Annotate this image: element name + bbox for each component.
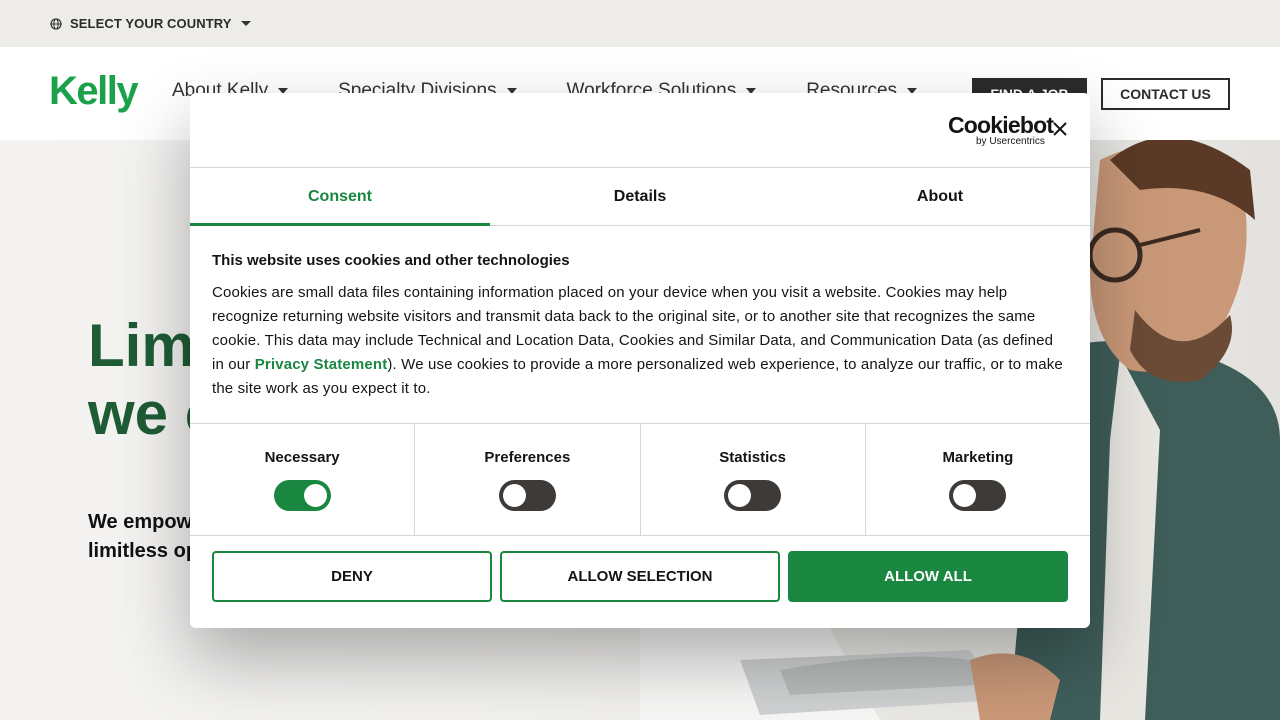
cookiebot-logo: Cookiebot by Usercentrics: [948, 112, 1054, 147]
dialog-tabs: Consent Details About: [190, 168, 1090, 226]
country-selector-label: SELECT YOUR COUNTRY: [70, 16, 232, 31]
globe-icon: [50, 17, 62, 30]
consent-description: Cookies are small data files containing …: [212, 281, 1068, 401]
tab-details[interactable]: Details: [490, 168, 790, 225]
category-preferences: Preferences: [415, 424, 641, 535]
allow-all-button[interactable]: ALLOW ALL: [788, 551, 1068, 602]
consent-categories: Necessary Preferences Statistics Marketi…: [190, 424, 1090, 536]
toggle-knob: [728, 484, 752, 507]
category-necessary: Necessary: [190, 424, 416, 535]
category-statistics: Statistics: [641, 424, 866, 535]
hero-subtitle: We empow limitless op: [88, 511, 199, 562]
category-label: Necessary: [264, 449, 340, 466]
toggle-knob: [303, 484, 327, 507]
consent-body: This website uses cookies and other tech…: [190, 226, 1090, 424]
category-label: Preferences: [484, 449, 571, 466]
chevron-down-icon: [240, 21, 251, 26]
preferences-toggle[interactable]: [498, 480, 556, 511]
consent-title: This website uses cookies and other tech…: [212, 252, 570, 269]
kelly-logo[interactable]: Kelly: [49, 69, 139, 114]
toggle-knob: [502, 484, 526, 507]
category-label: Marketing: [942, 449, 1014, 466]
tab-about[interactable]: About: [790, 168, 1090, 225]
cookie-consent-dialog: Cookiebot by Usercentrics Consent Detail…: [190, 93, 1090, 628]
contact-us-button[interactable]: CONTACT US: [1101, 78, 1230, 110]
statistics-toggle[interactable]: [724, 480, 782, 511]
consent-actions: DENY ALLOW SELECTION ALLOW ALL: [190, 536, 1090, 602]
marketing-toggle[interactable]: [949, 480, 1007, 511]
deny-button[interactable]: DENY: [212, 551, 492, 602]
allow-selection-button[interactable]: ALLOW SELECTION: [500, 551, 780, 602]
country-selector[interactable]: SELECT YOUR COUNTRY: [0, 0, 1280, 47]
close-icon[interactable]: [1052, 121, 1068, 137]
tab-consent[interactable]: Consent: [190, 168, 490, 226]
category-marketing: Marketing: [866, 424, 1090, 535]
necessary-toggle[interactable]: [273, 480, 331, 511]
dialog-header: Cookiebot by Usercentrics: [190, 93, 1090, 168]
category-label: Statistics: [719, 449, 786, 466]
cookiebot-brand-sub: by Usercentrics: [976, 136, 1045, 147]
privacy-statement-link[interactable]: Privacy Statement: [255, 356, 388, 373]
toggle-knob: [953, 484, 977, 507]
cookiebot-brand: Cookiebot: [948, 112, 1054, 138]
